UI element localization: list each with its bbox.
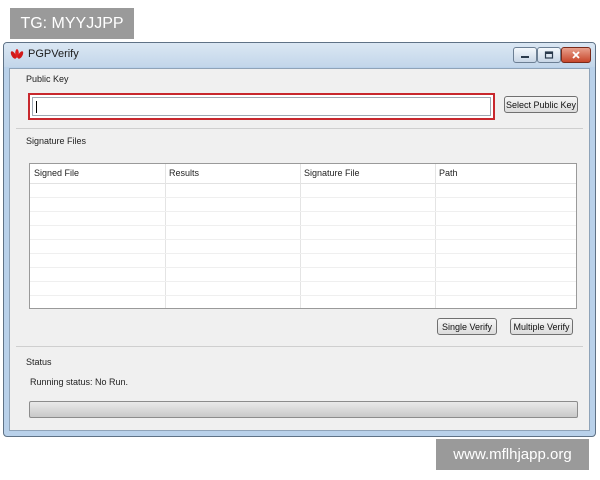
separator (16, 128, 583, 129)
row-line (30, 295, 576, 296)
client-area: Public Key Select Public Key Signature F… (9, 68, 590, 431)
huawei-logo-icon (10, 49, 24, 59)
row-line (30, 267, 576, 268)
close-button[interactable] (561, 47, 591, 63)
status-progress-bar (29, 401, 578, 418)
public-key-input-highlight (28, 93, 495, 120)
close-icon (572, 51, 580, 59)
maximize-icon (544, 51, 554, 59)
column-header-path[interactable]: Path (435, 164, 576, 183)
column-header-signature-file[interactable]: Signature File (300, 164, 435, 183)
row-line (30, 239, 576, 240)
watermark-bottom-right: www.mflhjapp.org (436, 439, 589, 470)
watermark-top-left: TG: MYYJJPP (10, 8, 134, 39)
single-verify-button[interactable]: Single Verify (437, 318, 497, 335)
row-line (30, 211, 576, 212)
pgpverify-window: PGPVerify Public Key Select Public Key S… (3, 42, 596, 437)
column-header-signed-file[interactable]: Signed File (30, 164, 165, 183)
maximize-button[interactable] (537, 47, 561, 63)
signature-files-table[interactable]: Signed File Results Signature File Path (29, 163, 577, 309)
column-header-results[interactable]: Results (165, 164, 300, 183)
status-label: Status (26, 357, 52, 367)
column-divider (165, 164, 166, 308)
running-status-text: Running status: No Run. (30, 377, 129, 387)
column-divider (300, 164, 301, 308)
public-key-input[interactable] (32, 97, 491, 116)
signature-files-label: Signature Files (26, 136, 87, 146)
row-line (30, 253, 576, 254)
window-title: PGPVerify (28, 48, 79, 60)
separator (16, 346, 583, 347)
text-caret (36, 101, 37, 113)
column-divider (435, 164, 436, 308)
public-key-label: Public Key (26, 74, 69, 84)
select-public-key-button[interactable]: Select Public Key (504, 96, 578, 113)
row-line (30, 281, 576, 282)
multiple-verify-button[interactable]: Multiple Verify (510, 318, 573, 335)
row-line (30, 225, 576, 226)
minimize-button[interactable] (513, 47, 537, 63)
title-bar[interactable]: PGPVerify (4, 43, 595, 67)
row-line (30, 197, 576, 198)
table-header: Signed File Results Signature File Path (30, 164, 576, 184)
minimize-icon (521, 56, 529, 58)
